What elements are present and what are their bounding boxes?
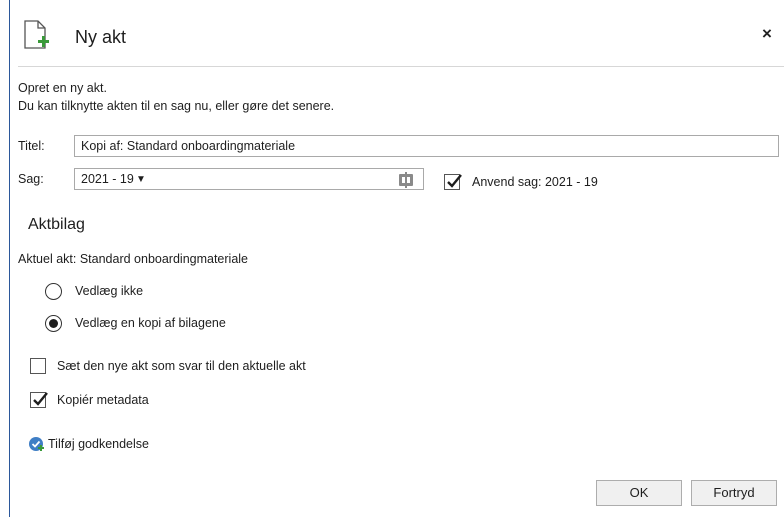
radio-no-attachments-label: Vedlæg ikke xyxy=(75,284,144,298)
new-document-dialog: Ny akt × Opret en ny akt. Du kan tilknyt… xyxy=(0,0,784,517)
approval-check-icon[interactable] xyxy=(28,436,44,452)
reply-checkbox[interactable] xyxy=(30,358,46,374)
case-picker-icon[interactable] xyxy=(397,172,415,188)
dialog-header xyxy=(10,0,784,66)
radio-copy-attachments[interactable] xyxy=(45,315,62,332)
reply-label: Sæt den nye akt som svar til den aktuell… xyxy=(57,359,306,373)
case-label: Sag: xyxy=(18,172,44,186)
use-case-checkbox[interactable] xyxy=(444,174,462,190)
header-divider xyxy=(18,66,784,67)
ok-button[interactable]: OK xyxy=(596,480,682,506)
close-icon[interactable]: × xyxy=(762,24,772,44)
copy-metadata-checkbox[interactable] xyxy=(30,392,48,408)
case-dropdown-icon[interactable]: ▼ xyxy=(136,174,146,185)
title-input[interactable]: Kopi af: Standard onboardingmateriale xyxy=(74,135,779,157)
intro-line-1: Opret en ny akt. xyxy=(18,81,107,95)
title-label: Titel: xyxy=(18,139,45,153)
intro-line-2: Du kan tilknytte akten til en sag nu, el… xyxy=(18,99,335,113)
radio-no-attachments[interactable] xyxy=(45,283,62,300)
current-document-label: Aktuel akt: Standard onboardingmateriale xyxy=(18,252,249,266)
attachments-heading: Aktbilag xyxy=(28,216,85,233)
check-icon xyxy=(447,174,462,188)
case-input[interactable]: 2021 - 19 xyxy=(74,168,424,190)
add-approval-link[interactable]: Tilføj godkendelse xyxy=(48,437,149,451)
dialog-border xyxy=(9,0,10,517)
use-case-label: Anvend sag: 2021 - 19 xyxy=(472,175,598,189)
copy-metadata-label: Kopiér metadata xyxy=(57,393,149,407)
cancel-button[interactable]: Fortryd xyxy=(691,480,777,506)
dialog-title: Ny akt xyxy=(75,27,127,47)
case-value: 2021 - 19 xyxy=(81,172,134,186)
radio-selected-dot xyxy=(49,319,58,328)
check-icon xyxy=(33,392,48,406)
new-document-icon xyxy=(24,20,49,49)
radio-copy-attachments-label: Vedlæg en kopi af bilagene xyxy=(75,316,226,330)
